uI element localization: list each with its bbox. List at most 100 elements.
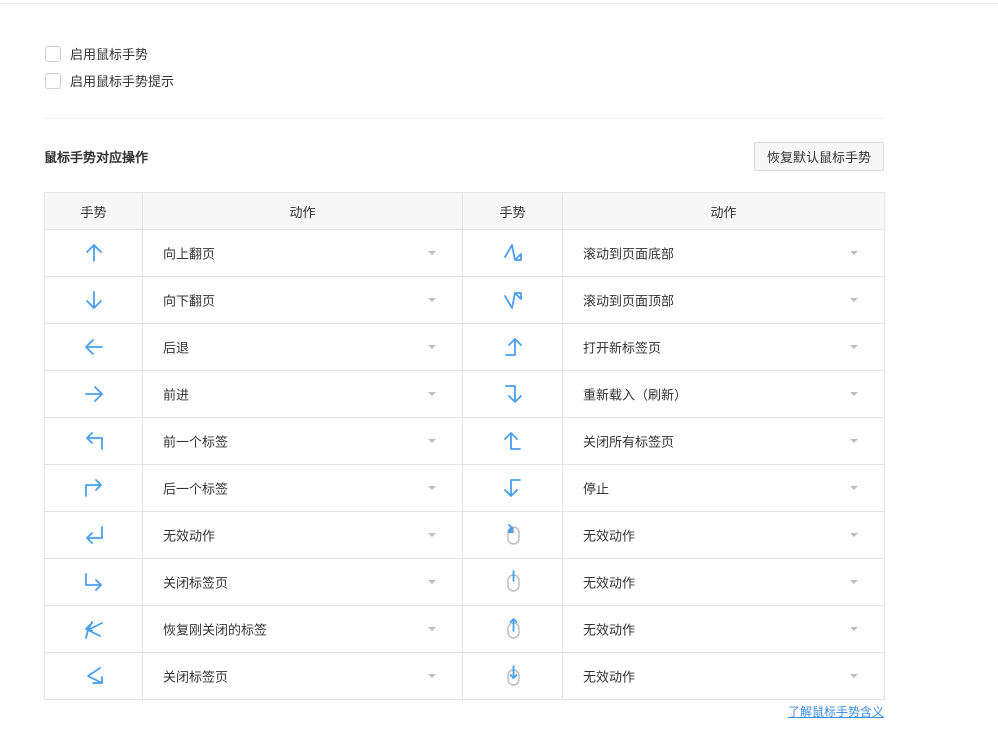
mouse-scroll-icon	[501, 570, 525, 592]
action-select-left[interactable]: 后退	[142, 323, 463, 371]
chevron-down-icon	[428, 392, 436, 396]
action-select-value: 后退	[163, 341, 190, 357]
enable-gesture-hint-label: 启用鼠标手势提示	[70, 75, 175, 90]
section-divider	[44, 118, 884, 119]
chevron-down-icon	[428, 627, 436, 631]
action-select-right[interactable]: 无效动作	[562, 652, 885, 700]
mouse-wheel-down-icon	[501, 665, 525, 686]
chevron-down-icon	[850, 533, 858, 537]
right-then-up-icon	[501, 338, 525, 356]
top-divider	[0, 3, 998, 4]
zigzag-up-icon	[501, 292, 525, 309]
arrow-right-icon	[82, 386, 106, 402]
action-select-right[interactable]: 重新载入（刷新）	[562, 370, 885, 418]
chevron-down-icon	[850, 486, 858, 490]
table-row: 前一个标签 关闭所有标签页	[44, 417, 885, 465]
table-row: 前进 重新载入（刷新）	[44, 370, 885, 418]
header-action-right: 动作	[562, 192, 885, 230]
gesture-cell-left	[44, 558, 143, 606]
table-row: 向上翻页 滚动到页面底部	[44, 229, 885, 277]
action-select-right[interactable]: 关闭所有标签页	[562, 417, 885, 465]
zigzag-down-icon	[501, 244, 525, 261]
action-select-right[interactable]: 无效动作	[562, 511, 885, 559]
chevron-down-icon	[850, 580, 858, 584]
action-select-right[interactable]: 滚动到页面底部	[562, 229, 885, 277]
chevron-down-icon	[428, 533, 436, 537]
chevron-down-icon	[850, 251, 858, 255]
table-header-row: 手势 动作 手势 动作	[44, 192, 885, 230]
gesture-cell-left	[44, 276, 143, 324]
header-gesture-right: 手势	[462, 192, 563, 230]
chevron-down-icon	[428, 486, 436, 490]
gesture-cell-left	[44, 605, 143, 653]
action-select-value: 停止	[583, 482, 610, 498]
action-select-right[interactable]: 无效动作	[562, 558, 885, 606]
action-select-left[interactable]: 关闭标签页	[142, 652, 463, 700]
chevron-down-icon	[850, 439, 858, 443]
gesture-cell-right	[462, 370, 563, 418]
chevron-down-icon	[428, 674, 436, 678]
learn-gesture-link[interactable]: 了解鼠标手势含义	[788, 703, 884, 720]
action-select-value: 前一个标签	[163, 435, 229, 451]
header-action-left: 动作	[142, 192, 463, 230]
action-select-value: 无效动作	[583, 529, 636, 545]
enable-gesture-checkbox[interactable]	[45, 45, 61, 62]
chevron-down-icon	[428, 251, 436, 255]
action-select-right[interactable]: 滚动到页面顶部	[562, 276, 885, 324]
gesture-cell-right	[462, 229, 563, 277]
table-row: 向下翻页 滚动到页面顶部	[44, 276, 885, 324]
chevron-down-icon	[428, 580, 436, 584]
table-row: 关闭标签页 无效动作	[44, 558, 885, 606]
down-then-right-icon	[82, 573, 106, 591]
gesture-cell-left	[44, 370, 143, 418]
action-select-left[interactable]: 向下翻页	[142, 276, 463, 324]
action-select-value: 向下翻页	[163, 294, 216, 310]
action-select-value: 无效动作	[163, 529, 216, 545]
action-select-value: 滚动到页面顶部	[583, 294, 675, 310]
gesture-cell-left	[44, 323, 143, 371]
header-gesture-left: 手势	[44, 192, 143, 230]
action-select-left[interactable]: 前一个标签	[142, 417, 463, 465]
down-then-left-icon	[82, 526, 106, 544]
action-select-value: 前进	[163, 388, 190, 404]
action-select-right[interactable]: 无效动作	[562, 605, 885, 653]
enable-gesture-option[interactable]: 启用鼠标手势	[45, 44, 148, 63]
action-select-left[interactable]: 前进	[142, 370, 463, 418]
gesture-cell-right	[462, 323, 563, 371]
gesture-table: 手势 动作 手势 动作 向上翻页 滚动到页面底部向下翻页 滚动到页面顶部后退 打开新标…	[44, 192, 885, 700]
arrow-up-icon	[82, 244, 106, 262]
gesture-cell-right	[462, 464, 563, 512]
action-select-left[interactable]: 关闭标签页	[142, 558, 463, 606]
action-select-value: 后一个标签	[163, 482, 229, 498]
enable-gesture-hint-checkbox[interactable]	[45, 72, 61, 89]
action-select-left[interactable]: 无效动作	[142, 511, 463, 559]
action-select-value: 关闭所有标签页	[583, 435, 675, 451]
gesture-cell-right	[462, 652, 563, 700]
table-row: 后一个标签 停止	[44, 464, 885, 512]
chevron-down-icon	[428, 345, 436, 349]
action-select-left[interactable]: 向上翻页	[142, 229, 463, 277]
action-select-value: 滚动到页面底部	[583, 247, 675, 263]
gesture-cell-left	[44, 652, 143, 700]
chevron-down-icon	[428, 439, 436, 443]
action-select-value: 重新载入（刷新）	[583, 388, 688, 404]
left-then-down-icon	[501, 479, 525, 497]
left-then-up-icon	[501, 432, 525, 450]
action-select-right[interactable]: 打开新标签页	[562, 323, 885, 371]
action-select-value: 无效动作	[583, 623, 636, 639]
restore-default-button[interactable]: 恢复默认鼠标手势	[754, 142, 884, 171]
action-select-left[interactable]: 后一个标签	[142, 464, 463, 512]
enable-gesture-label: 启用鼠标手势	[70, 48, 149, 63]
action-select-value: 恢复刚关闭的标签	[163, 623, 268, 639]
action-select-right[interactable]: 停止	[562, 464, 885, 512]
table-row: 恢复刚关闭的标签 无效动作	[44, 605, 885, 653]
chevron-down-icon	[850, 392, 858, 396]
action-select-left[interactable]: 恢复刚关闭的标签	[142, 605, 463, 653]
mouse-wheel-up-icon	[501, 618, 525, 639]
action-select-value: 打开新标签页	[583, 341, 662, 357]
enable-gesture-hint-option[interactable]: 启用鼠标手势提示	[45, 71, 174, 90]
action-select-value: 无效动作	[583, 670, 636, 686]
action-select-value: 无效动作	[583, 576, 636, 592]
chevron-down-icon	[850, 627, 858, 631]
zigzag-left-down-icon	[82, 667, 106, 684]
